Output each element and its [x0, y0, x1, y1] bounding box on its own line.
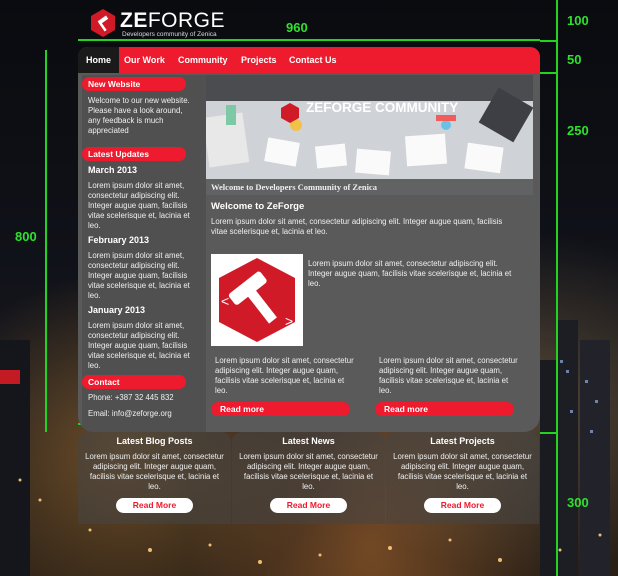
guide-left-vertical [45, 50, 47, 432]
projects-read-more-button[interactable]: Read More [424, 498, 501, 513]
guide-label-100: 100 [567, 13, 589, 28]
sidebar-heading-new-website: New Website [82, 77, 186, 91]
banner-title: ZEFORGE COMMUNITY [306, 100, 459, 115]
guide-label-800: 800 [15, 229, 37, 244]
main-panel: Home Our Work Community Projects Contact… [78, 47, 540, 432]
banner-desk-illustration [206, 75, 533, 176]
welcome-title: Welcome to ZeForge [211, 201, 305, 212]
main-nav: Home Our Work Community Projects Contact… [78, 47, 540, 73]
bottom-box-projects: Latest Projects Lorem ipsum dolor sit am… [386, 432, 539, 524]
sidebar-heading-contact: Contact [82, 375, 186, 389]
update-text-march: Lorem ipsum dolor sit amet, consectetur … [88, 181, 190, 230]
hero-banner: ZEFORGE COMMUNITY Welcome to Developers … [206, 75, 533, 195]
svg-text:<: < [221, 293, 229, 309]
nav-our-work[interactable]: Our Work [116, 47, 173, 73]
bottom-box-text: Lorem ipsum dolor sit amet, consectetur … [239, 452, 378, 491]
blog-read-more-button[interactable]: Read More [116, 498, 193, 513]
guide-label-960: 960 [286, 20, 308, 35]
bottom-box-text: Lorem ipsum dolor sit amet, consectetur … [393, 452, 532, 491]
contact-email[interactable]: Email: info@zeforge.org [88, 409, 198, 419]
nav-home[interactable]: Home [78, 47, 120, 73]
guide-label-50: 50 [567, 52, 582, 67]
contact-phone: Phone: +387 32 445 832 [88, 393, 174, 402]
sidebar-new-website-text: Welcome to our new website. Please have … [88, 96, 190, 135]
logo-hexagon-icon [91, 9, 115, 37]
site-logo[interactable]: ZEFORGE Developers community of Zenica [89, 6, 225, 40]
svg-text:>: > [285, 313, 293, 329]
logo-tagline: Developers community of Zenica [122, 31, 217, 38]
bottom-box-title: Latest Blog Posts [116, 436, 193, 446]
guide-right-tick-nav [540, 72, 558, 74]
guide-right-tick-top [540, 40, 558, 42]
read-more-button-2[interactable]: Read more [375, 402, 514, 416]
bottom-box-text: Lorem ipsum dolor sit amet, consectetur … [85, 452, 224, 491]
hammer-hexagon-icon: < > [219, 258, 295, 342]
guide-label-250: 250 [567, 123, 589, 138]
column-2-text: Lorem ipsum dolor sit amet, consectetur … [379, 356, 518, 395]
banner-caption: Welcome to Developers Community of Zenic… [206, 179, 533, 195]
column-1-text: Lorem ipsum dolor sit amet, consectetur … [215, 356, 354, 395]
welcome-text: Lorem ipsum dolor sit amet, consectetur … [211, 217, 503, 236]
update-month-march: March 2013 [88, 165, 138, 175]
image-side-text: Lorem ipsum dolor sit amet, consectetur … [308, 259, 512, 288]
update-month-january: January 2013 [88, 305, 146, 315]
bottom-box-blog: Latest Blog Posts Lorem ipsum dolor sit … [78, 432, 231, 524]
nav-contact-us[interactable]: Contact Us [281, 47, 345, 73]
guide-right-tick-bottom [540, 432, 558, 434]
nav-projects[interactable]: Projects [233, 47, 285, 73]
logo-wordmark: ZEFORGE [120, 9, 226, 32]
update-month-february: February 2013 [88, 235, 150, 245]
zeforge-logo-image: < > [211, 254, 303, 346]
sidebar-heading-latest-updates: Latest Updates [82, 147, 186, 161]
guide-label-300: 300 [567, 495, 589, 510]
guide-right-vertical [556, 0, 558, 576]
nav-community[interactable]: Community [170, 47, 236, 73]
sidebar: New Website Welcome to our new website. … [82, 75, 206, 432]
news-read-more-button[interactable]: Read More [270, 498, 347, 513]
bottom-box-news: Latest News Lorem ipsum dolor sit amet, … [232, 432, 385, 524]
update-text-january: Lorem ipsum dolor sit amet, consectetur … [88, 321, 190, 370]
read-more-button-1[interactable]: Read more [211, 402, 350, 416]
bottom-box-title: Latest Projects [430, 436, 495, 446]
update-text-february: Lorem ipsum dolor sit amet, consectetur … [88, 251, 190, 300]
bottom-box-title: Latest News [282, 436, 335, 446]
